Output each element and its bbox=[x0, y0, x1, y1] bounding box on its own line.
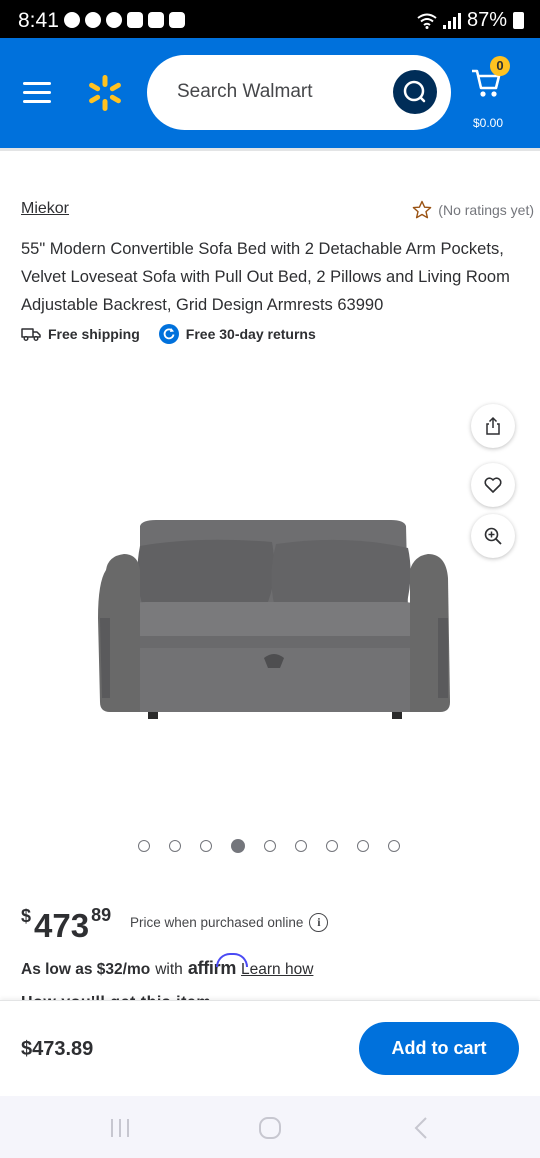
system-nav-bar bbox=[0, 1096, 540, 1158]
cart-button[interactable]: 0 $0.00 bbox=[468, 56, 528, 136]
sticky-add-to-cart-bar: $473.89 Add to cart bbox=[0, 1000, 540, 1096]
carousel-dot[interactable] bbox=[169, 840, 181, 852]
carousel-dot[interactable] bbox=[357, 840, 369, 852]
messenger-icon bbox=[85, 12, 101, 28]
free-returns: Free 30-day returns bbox=[158, 324, 316, 344]
product-title: 55" Modern Convertible Sofa Bed with 2 D… bbox=[21, 240, 510, 314]
price-cents: 89 bbox=[91, 905, 112, 925]
carousel-dot[interactable] bbox=[231, 839, 245, 853]
heart-icon bbox=[484, 477, 502, 493]
rating[interactable]: (No ratings yet) bbox=[412, 200, 534, 220]
free-returns-label: Free 30-day returns bbox=[185, 326, 316, 342]
learn-how-link[interactable]: Learn how bbox=[241, 961, 313, 979]
price-currency: $ bbox=[21, 906, 32, 926]
signal-icon bbox=[442, 12, 461, 29]
returns-icon bbox=[158, 324, 179, 344]
shopping-bag-icon bbox=[148, 12, 164, 28]
carousel-dot[interactable] bbox=[200, 840, 212, 852]
info-icon[interactable]: i bbox=[309, 913, 329, 932]
youtube-icon bbox=[127, 12, 143, 28]
menu-icon[interactable] bbox=[23, 82, 51, 104]
search-input[interactable] bbox=[177, 75, 387, 109]
fulfillment-badges: Free shipping Free 30-day returns bbox=[21, 324, 335, 344]
favorite-button[interactable] bbox=[471, 463, 515, 507]
share-icon bbox=[486, 416, 500, 435]
product-price: $ 473 89 bbox=[21, 903, 111, 945]
product-image[interactable] bbox=[96, 518, 454, 722]
star-icon bbox=[412, 200, 432, 219]
cart-total: $0.00 bbox=[472, 116, 504, 130]
price-whole: 473 bbox=[34, 907, 90, 944]
price-note-text: Price when purchased online bbox=[130, 915, 304, 930]
free-shipping-label: Free shipping bbox=[48, 326, 140, 342]
financing-offer: As low as $32/mo with affirm Learn how bbox=[21, 953, 313, 979]
messenger-icon bbox=[106, 12, 122, 28]
free-shipping: Free shipping bbox=[21, 326, 140, 342]
zoom-in-icon bbox=[484, 527, 502, 545]
brand-link[interactable]: Miekor bbox=[21, 200, 69, 218]
zoom-button[interactable] bbox=[471, 514, 515, 558]
battery-percent: 87% bbox=[466, 9, 507, 31]
cart-count-badge: 0 bbox=[490, 56, 510, 76]
affirm-logo: affirm bbox=[187, 953, 249, 978]
rating-text: (No ratings yet) bbox=[438, 202, 534, 218]
carousel-dot[interactable] bbox=[295, 840, 307, 852]
gallery-icon bbox=[169, 12, 185, 28]
search-button[interactable] bbox=[393, 70, 437, 114]
carousel-dot[interactable] bbox=[326, 840, 338, 852]
image-carousel-dots[interactable] bbox=[138, 839, 400, 853]
carousel-dot[interactable] bbox=[388, 840, 400, 852]
status-bar: 8:41 87% bbox=[0, 0, 540, 38]
home-icon[interactable] bbox=[258, 1116, 282, 1140]
with-text: with bbox=[155, 961, 183, 978]
sticky-price: $473.89 bbox=[21, 1038, 94, 1060]
notification-icons bbox=[64, 12, 185, 28]
status-right: 87% bbox=[417, 9, 524, 32]
price-note: Price when purchased online i bbox=[130, 913, 329, 932]
walmart-spark-logo[interactable] bbox=[86, 74, 124, 112]
search-icon bbox=[403, 80, 426, 103]
app-header: 0 $0.00 bbox=[0, 38, 540, 148]
truck-icon bbox=[21, 328, 41, 341]
status-time: 8:41 bbox=[18, 9, 59, 32]
as-low-as-text: As low as $32/mo bbox=[21, 961, 151, 978]
fan-icon bbox=[64, 12, 80, 28]
carousel-dot[interactable] bbox=[138, 840, 150, 852]
add-to-cart-button[interactable]: Add to cart bbox=[359, 1022, 519, 1075]
recent-apps-icon[interactable] bbox=[108, 1116, 132, 1140]
back-icon[interactable] bbox=[410, 1116, 434, 1140]
battery-icon bbox=[513, 12, 524, 29]
header-divider bbox=[0, 148, 540, 151]
search-bar[interactable] bbox=[147, 55, 451, 130]
carousel-dot[interactable] bbox=[264, 840, 276, 852]
wifi-icon bbox=[417, 13, 437, 29]
share-button[interactable] bbox=[471, 404, 515, 448]
